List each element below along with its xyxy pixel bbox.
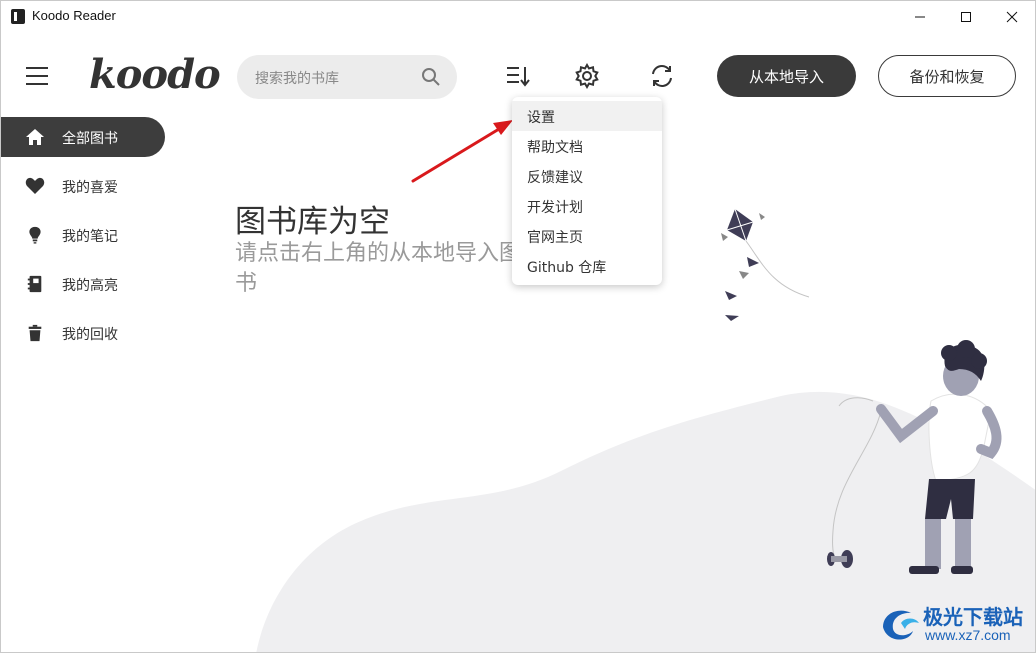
menu-item-label: 开发计划 <box>527 200 583 216</box>
heart-icon <box>25 177 45 194</box>
notebook-icon <box>27 275 42 293</box>
settings-gear-icon[interactable] <box>574 63 600 89</box>
menu-item-roadmap[interactable]: 开发计划 <box>512 191 662 221</box>
menu-item-github[interactable]: Github 仓库 <box>512 251 662 281</box>
menu-item-help-docs[interactable]: 帮助文档 <box>512 131 662 161</box>
sidebar-item-label: 我的回收 <box>62 327 118 343</box>
maximize-icon <box>961 11 971 22</box>
watermark-url: www.xz7.com <box>925 627 1011 643</box>
menu-item-label: 帮助文档 <box>527 140 583 156</box>
empty-library-title: 图书库为空 <box>235 204 390 240</box>
app-icon <box>11 9 25 24</box>
search-input[interactable] <box>253 65 417 91</box>
hamburger-menu-button[interactable] <box>26 67 48 87</box>
sidebar-item-highlights[interactable]: 我的高亮 <box>1 264 165 304</box>
sidebar-item-notes[interactable]: 我的笔记 <box>1 215 165 255</box>
window-title: Koodo Reader <box>32 8 116 23</box>
menu-item-feedback[interactable]: 反馈建议 <box>512 161 662 191</box>
maximize-button[interactable] <box>943 1 989 32</box>
menu-item-label: 反馈建议 <box>527 170 583 186</box>
close-button[interactable] <box>989 1 1035 32</box>
minimize-button[interactable] <box>897 1 943 32</box>
search-icon[interactable] <box>421 67 441 87</box>
menu-item-website[interactable]: 官网主页 <box>512 221 662 251</box>
title-bar: Koodo Reader <box>1 1 1035 32</box>
sort-icon[interactable] <box>505 63 531 89</box>
menu-item-settings[interactable]: 设置 <box>512 101 662 131</box>
home-icon <box>26 129 44 145</box>
settings-dropdown-menu: 设置 帮助文档 反馈建议 开发计划 官网主页 Github 仓库 <box>512 97 662 285</box>
sidebar-item-favorites[interactable]: 我的喜爱 <box>1 166 165 206</box>
menu-item-label: Github 仓库 <box>527 260 607 276</box>
lightbulb-icon <box>29 226 41 244</box>
close-icon <box>1006 11 1018 22</box>
trash-icon <box>28 324 42 342</box>
watermark-swirl-icon <box>883 610 919 640</box>
sidebar-item-label: 我的喜爱 <box>62 180 118 196</box>
sidebar-item-label: 全部图书 <box>62 131 118 147</box>
koodo-logo: koodo <box>89 51 221 98</box>
watermark-name: 极光下载站 <box>923 605 1023 629</box>
sync-icon[interactable] <box>649 63 675 89</box>
import-local-button[interactable]: 从本地导入 <box>717 55 856 97</box>
watermark-logo: 极光下载站 www.xz7.com <box>879 599 1029 651</box>
empty-library-hint: 请点击右上角的从本地导入图书 <box>235 241 522 296</box>
sidebar-item-label: 我的高亮 <box>62 278 118 294</box>
backup-restore-button[interactable]: 备份和恢复 <box>878 55 1016 97</box>
sidebar-item-label: 我的笔记 <box>62 229 118 245</box>
app-window: Koodo Reader koodo 搜索我的书库 从本地导入 备份和恢复 全部… <box>0 0 1036 653</box>
sidebar-item-recycle[interactable]: 我的回收 <box>1 313 165 353</box>
search-box[interactable] <box>237 55 457 99</box>
minimize-icon <box>915 16 925 17</box>
menu-item-label: 官网主页 <box>527 230 583 246</box>
sidebar-item-all-books[interactable]: 全部图书 <box>1 117 165 157</box>
menu-item-label: 设置 <box>527 110 555 126</box>
